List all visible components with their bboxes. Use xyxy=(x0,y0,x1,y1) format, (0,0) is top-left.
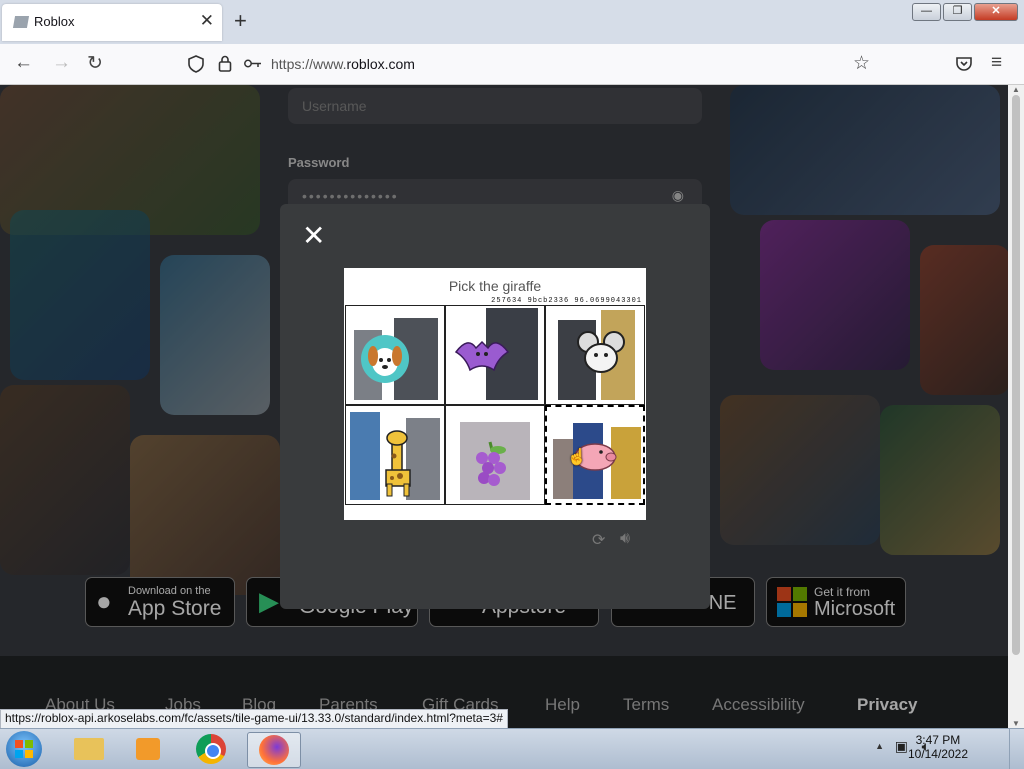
network-icon[interactable]: ▣ xyxy=(895,738,908,755)
captcha-tile-bat[interactable] xyxy=(445,305,545,405)
forward-icon[interactable]: → xyxy=(52,52,71,74)
scroll-down-icon[interactable]: ▼ xyxy=(1012,719,1020,728)
captcha-panel: Pick the giraffe 257634 9bcb2336 96.0699… xyxy=(344,268,646,520)
minimize-button[interactable]: — xyxy=(912,3,941,21)
audio-icon[interactable]: 🔊︎ xyxy=(620,530,630,548)
bookmark-star-icon[interactable]: ☆ xyxy=(853,52,870,75)
clock-time: 3:47 PM xyxy=(915,733,961,747)
chrome-icon[interactable] xyxy=(186,732,238,766)
close-window-button[interactable]: ✕ xyxy=(974,3,1018,21)
url-domain: roblox.com xyxy=(346,56,415,72)
scrollbar-thumb[interactable] xyxy=(1012,95,1020,655)
lock-icon[interactable] xyxy=(218,55,232,72)
roblox-favicon-icon xyxy=(12,16,30,28)
explorer-icon[interactable] xyxy=(62,732,114,766)
mouse-icon xyxy=(577,331,625,373)
captcha-tile-dog[interactable] xyxy=(345,305,445,405)
window-controls: — ❐ ✕ xyxy=(912,3,1018,21)
modal-close-button[interactable]: ✕ xyxy=(302,222,325,250)
new-tab-button[interactable]: + xyxy=(234,8,247,34)
giraffe-icon xyxy=(385,430,411,497)
url-prefix: https://www. xyxy=(271,56,347,72)
captcha-code: 257634 9bcb2336 96.0699043301 xyxy=(491,297,642,305)
menu-icon[interactable]: ≡ xyxy=(991,52,1002,74)
back-icon[interactable]: ← xyxy=(14,52,33,74)
tab-roblox[interactable]: Roblox ✕ xyxy=(2,4,222,41)
tab-title: Roblox xyxy=(34,14,75,29)
navigation-toolbar: ← → ↻ https://www.roblox.com ☆ ≡ xyxy=(0,44,1024,85)
pocket-icon[interactable] xyxy=(956,56,972,71)
page-scrollbar[interactable]: ▲ ▼ xyxy=(1008,85,1024,728)
show-desktop-button[interactable] xyxy=(1009,729,1024,769)
taskbar: ▲ ▣ 🔈︎ 3:47 PM 10/14/2022 xyxy=(0,728,1024,769)
captcha-tile-giraffe[interactable] xyxy=(345,405,445,505)
start-button[interactable] xyxy=(6,731,42,767)
captcha-title: Pick the giraffe xyxy=(448,278,542,294)
captcha-tile-mouse[interactable] xyxy=(545,305,645,405)
captcha-tile-pig[interactable]: ☝ xyxy=(545,405,645,505)
reload-page-icon[interactable]: ↻ xyxy=(87,52,103,75)
dog-icon xyxy=(361,335,409,383)
captcha-modal: ✕ Pick the giraffe 257634 9bcb2336 96.06… xyxy=(280,204,710,609)
address-bar[interactable]: https://www.roblox.com xyxy=(271,56,415,72)
restore-button[interactable]: ❐ xyxy=(943,3,972,21)
windows-logo-icon xyxy=(15,740,33,758)
grapes-icon xyxy=(476,441,506,486)
reload-icon[interactable]: ⟳ xyxy=(592,530,605,550)
captcha-tile-grapes[interactable] xyxy=(445,405,545,505)
firefox-icon[interactable] xyxy=(247,732,301,768)
tab-close-button[interactable]: ✕ xyxy=(200,11,214,31)
key-icon[interactable] xyxy=(244,58,262,69)
hand-cursor-icon: ☝ xyxy=(567,449,587,466)
scroll-up-icon[interactable]: ▲ xyxy=(1012,85,1020,94)
clock[interactable]: 3:47 PM 10/14/2022 xyxy=(908,733,968,761)
media-player-icon[interactable] xyxy=(122,732,174,766)
shield-icon[interactable] xyxy=(188,55,204,73)
tray-expand-icon[interactable]: ▲ xyxy=(875,741,884,751)
bat-icon xyxy=(454,340,510,372)
captcha-tile-grid: ☝ xyxy=(345,305,645,505)
clock-date: 10/14/2022 xyxy=(907,747,968,761)
tab-strip: Roblox ✕ + — ❐ ✕ xyxy=(0,0,1024,44)
